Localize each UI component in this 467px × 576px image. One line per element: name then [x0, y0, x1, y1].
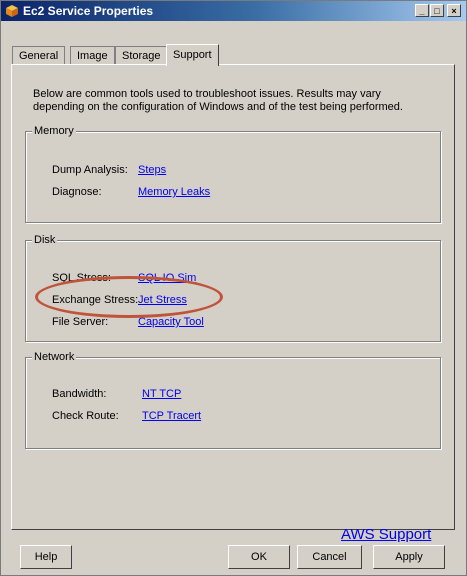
memory-group-title: Memory	[32, 125, 76, 137]
bandwidth-label: Bandwidth:	[52, 388, 107, 400]
apply-button[interactable]: Apply	[373, 545, 445, 569]
maximize-button[interactable]: □	[430, 4, 444, 17]
nt-tcp-link[interactable]: NT TCP	[142, 388, 181, 400]
minimize-button[interactable]: _	[415, 4, 429, 17]
intro-text: Below are common tools used to troublesh…	[33, 88, 403, 113]
dump-analysis-label: Dump Analysis:	[52, 164, 128, 176]
network-group: Network	[25, 351, 441, 449]
ok-button[interactable]: OK	[228, 545, 290, 569]
close-button[interactable]: ×	[447, 4, 461, 17]
disk-group-title: Disk	[32, 234, 58, 246]
check-route-label: Check Route:	[52, 410, 119, 422]
cancel-button[interactable]: Cancel	[297, 545, 362, 569]
highlight-ellipse	[35, 276, 223, 318]
diagnose-label: Diagnose:	[52, 186, 102, 198]
steps-link[interactable]: Steps	[138, 164, 166, 176]
tab-storage[interactable]: Storage	[115, 46, 168, 64]
aws-support-link[interactable]: AWS Support	[341, 526, 431, 543]
help-button[interactable]: Help	[20, 545, 72, 569]
memory-group: Memory	[25, 125, 441, 223]
tcp-tracert-link[interactable]: TCP Tracert	[142, 410, 201, 422]
tab-image[interactable]: Image	[70, 46, 115, 64]
file-server-label: File Server:	[52, 316, 109, 328]
cube-icon	[6, 5, 18, 17]
title-bar[interactable]: Ec2 Service Properties _ □ ×	[1, 1, 466, 21]
memory-leaks-link[interactable]: Memory Leaks	[138, 186, 210, 198]
window-title: Ec2 Service Properties	[23, 4, 154, 18]
capacity-tool-link[interactable]: Capacity Tool	[138, 316, 204, 328]
network-group-title: Network	[32, 351, 77, 363]
tab-general[interactable]: General	[12, 46, 66, 64]
tab-support[interactable]: Support	[166, 44, 219, 66]
